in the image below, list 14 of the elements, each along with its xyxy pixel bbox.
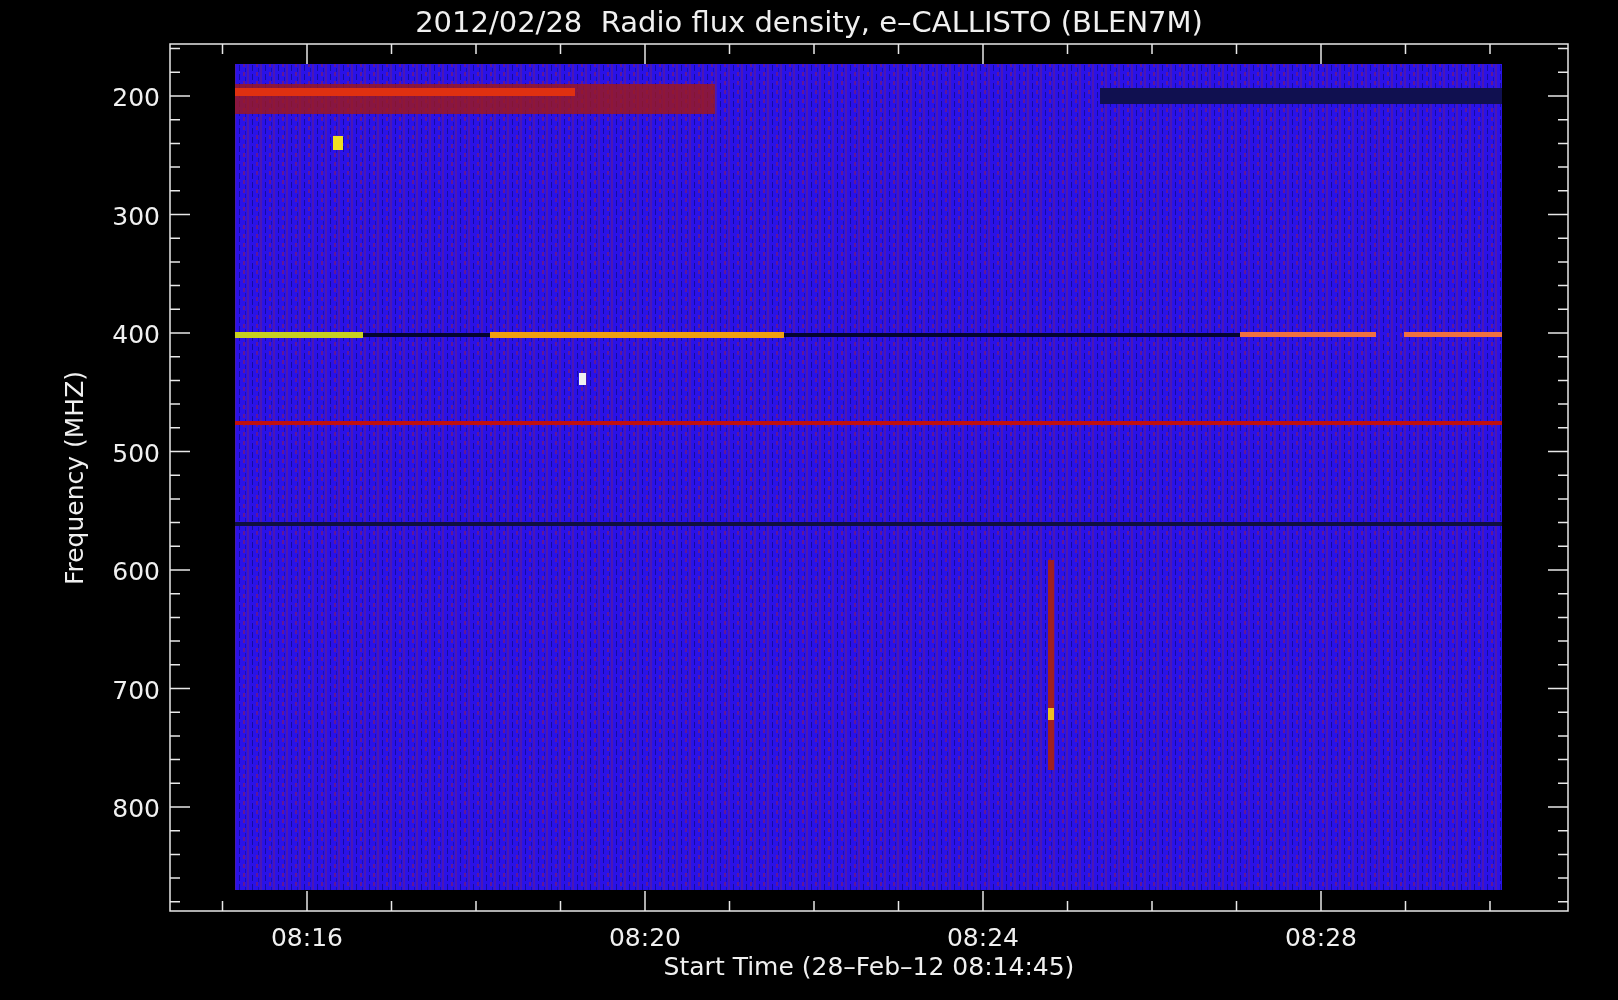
y-tick-label: 600 [112,557,160,586]
y-axis-label: Frequency (MHZ) [60,370,89,586]
x-tick-label: 08:28 [1285,923,1357,952]
y-tick-label: 400 [112,320,160,349]
y-tick-label: 500 [112,438,160,468]
y-tick-label: 700 [112,675,160,705]
chart-title: 2012/02/28 Radio flux density, e–CALLISTO (BLEN7M) [415,5,1203,39]
x-axis-label: Start Time (28–Feb–12 08:14:45) [663,952,1075,981]
y-tick-label: 800 [112,794,160,823]
x-tick-label: 08:24 [947,923,1019,952]
x-tick-label: 08:20 [609,923,681,952]
y-tick-label: 200 [112,83,160,112]
y-tick-label: 300 [112,201,160,231]
x-tick-label: 08:16 [271,923,343,952]
